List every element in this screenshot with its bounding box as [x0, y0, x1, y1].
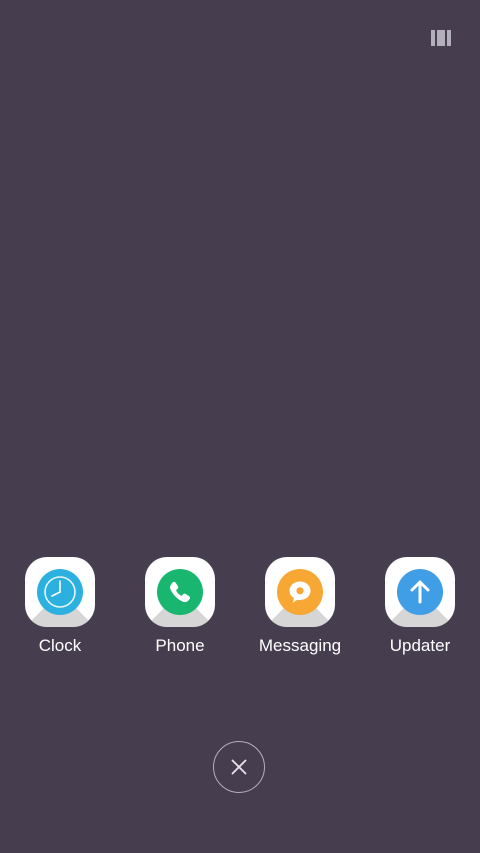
app-phone[interactable]: Phone [120, 557, 240, 656]
chat-bubble-icon [277, 569, 323, 615]
messaging-tile[interactable] [265, 557, 335, 627]
app-dock: Clock Phone Messaging Updater [0, 557, 480, 667]
app-updater[interactable]: Updater [360, 557, 480, 656]
close-button[interactable] [213, 741, 265, 793]
app-label: Updater [389, 636, 451, 655]
grid-layout-icon[interactable] [431, 30, 451, 46]
recents-screen: Clock Phone Messaging Updater [0, 0, 480, 853]
app-clock[interactable]: Clock [0, 557, 120, 656]
app-label: Clock [38, 636, 82, 655]
app-label: Phone [155, 636, 205, 655]
arrow-up-icon [397, 569, 443, 615]
app-label: Messaging [258, 636, 342, 655]
phone-tile[interactable] [145, 557, 215, 627]
phone-icon [157, 569, 203, 615]
close-icon [231, 759, 247, 775]
updater-tile[interactable] [385, 557, 455, 627]
clock-tile[interactable] [25, 557, 95, 627]
app-messaging[interactable]: Messaging [240, 557, 360, 656]
clock-icon [37, 569, 83, 615]
